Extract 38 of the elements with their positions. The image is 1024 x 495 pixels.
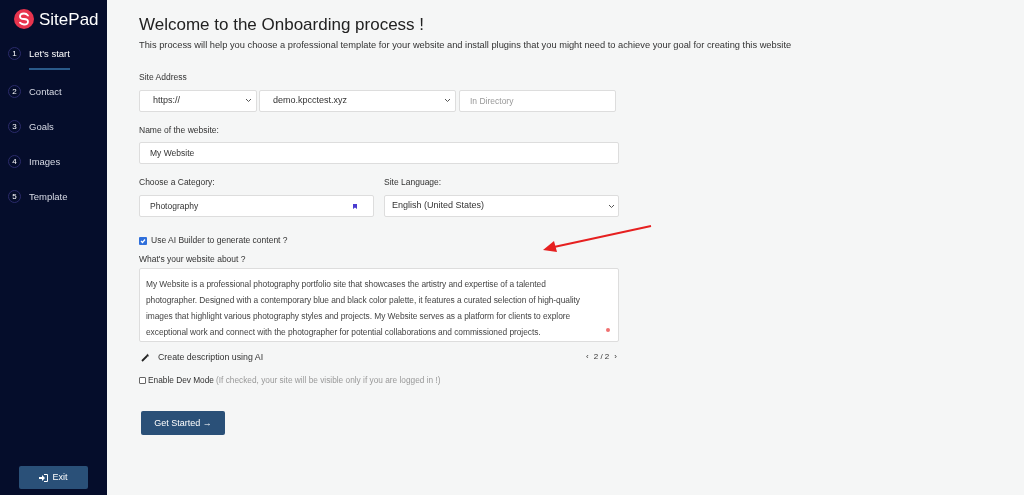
page-title: Welcome to the Onboarding process ! bbox=[139, 15, 426, 35]
create-description-link[interactable]: Create description using AI bbox=[158, 350, 264, 364]
category-select[interactable]: Photography bbox=[139, 195, 374, 218]
language-select[interactable]: English (United States) bbox=[384, 195, 619, 218]
domain-select[interactable]: demo.kpcctest.xyz bbox=[259, 89, 456, 112]
checkbox-label: Enable Dev Mode bbox=[148, 373, 214, 387]
dev-mode-checkbox[interactable] bbox=[139, 376, 146, 384]
description-field[interactable] bbox=[139, 267, 619, 342]
exit-button[interactable]: Exit bbox=[19, 466, 88, 489]
page-indicator: 2 / 2 bbox=[593, 351, 610, 364]
field-label: Choose a Category: bbox=[139, 176, 216, 190]
field-label: Name of the website: bbox=[139, 123, 220, 137]
get-started-button[interactable]: Get Started → bbox=[141, 411, 225, 436]
directory-field[interactable]: In Directory bbox=[459, 89, 616, 112]
field-label: What's your website about ? bbox=[139, 252, 247, 266]
chevron-down-icon bbox=[444, 98, 451, 104]
step-tab[interactable]: Images bbox=[29, 155, 61, 168]
logo-icon bbox=[14, 9, 34, 29]
step-tab[interactable]: Goals bbox=[29, 120, 54, 133]
field-label: Site Address bbox=[139, 70, 188, 84]
chevron-down-icon bbox=[245, 98, 252, 104]
chevron-down-icon bbox=[608, 203, 615, 209]
next-button[interactable]: › bbox=[614, 351, 617, 364]
ai-builder-checkbox[interactable] bbox=[139, 236, 147, 245]
field-label: Site Language: bbox=[384, 176, 443, 190]
exit-icon bbox=[39, 473, 49, 482]
description-text: My Website is a professional photography portfolio site that showcases the artistry and expertise of a talented photographer. Designed with a contemporary blue and black color palette, it features a curated selection of high-quality images that highlight various photography styles and projects. My Website serves as a platform for clients to explore exceptional work and connect with the photographer for potential collaborations and commissioned projects. bbox=[146, 277, 581, 339]
step-tab[interactable]: Let's start bbox=[29, 47, 70, 70]
step-tab[interactable]: Template bbox=[29, 190, 68, 203]
protocol-select[interactable]: https:// bbox=[139, 89, 257, 112]
step-tab[interactable]: Contact bbox=[29, 85, 62, 98]
bookmark-icon bbox=[353, 203, 357, 209]
page-subtitle: This process will help you choose a professional template for your website and install plugins that you might need to achieve your goal for creating this website bbox=[139, 39, 793, 52]
website-name-field[interactable]: My Website bbox=[139, 142, 619, 165]
hint-text: (If checked, your site will be visible only if you are logged in !) bbox=[215, 373, 441, 387]
previous-button[interactable]: ‹ bbox=[586, 351, 589, 364]
checkbox-label: Use AI Builder to generate content ? bbox=[151, 234, 288, 247]
logo-text: SitePad bbox=[39, 10, 99, 28]
